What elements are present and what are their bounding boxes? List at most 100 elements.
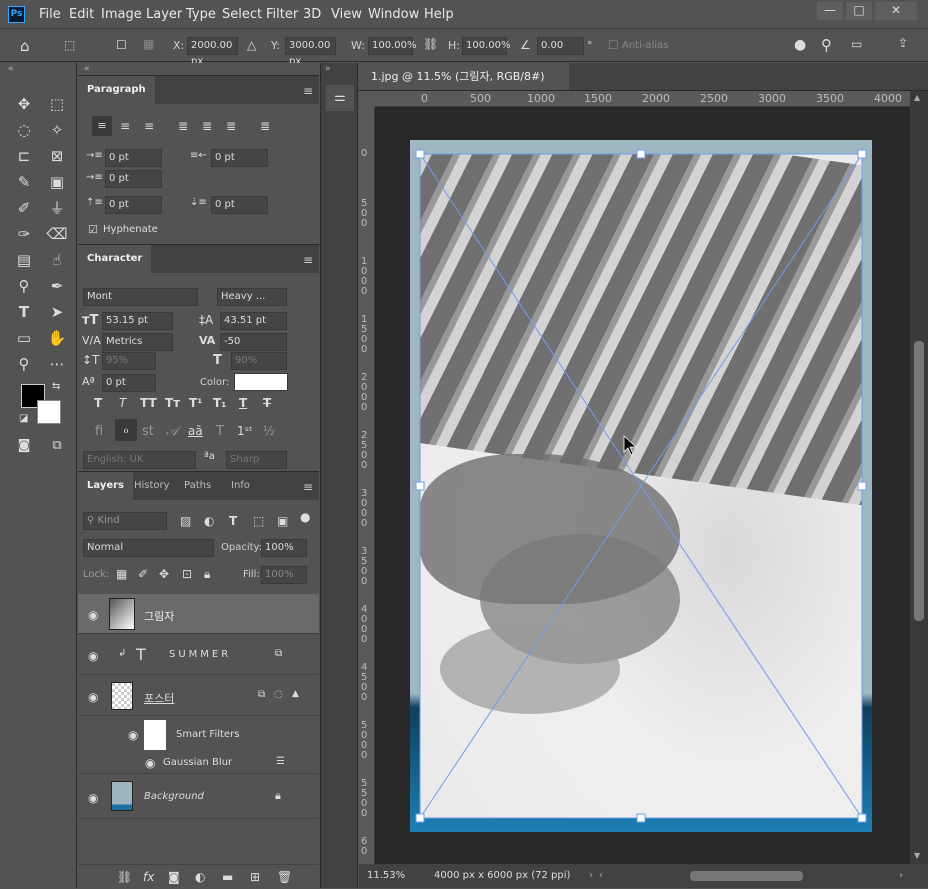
tab-character[interactable]: Character [78, 245, 152, 273]
justify-last-center-icon[interactable]: ≣ [202, 119, 212, 133]
antialias-checkbox[interactable]: ☐ [608, 38, 619, 52]
space-after-field[interactable]: 0 pt [211, 196, 268, 214]
eraser-tool-icon[interactable]: ⌫ [46, 223, 68, 245]
scroll-up-icon[interactable]: ▲ [914, 93, 920, 102]
background-color-swatch[interactable] [37, 400, 61, 424]
font-style-select[interactable]: Heavy ... [217, 288, 287, 306]
maximize-button[interactable]: □ [846, 2, 872, 20]
search-icon[interactable]: ⚲ [821, 36, 832, 54]
align-right-icon[interactable]: ≡ [144, 119, 154, 133]
transform-bounding-box[interactable] [410, 140, 872, 832]
vertical-ruler[interactable]: 0 5 0 0 1 0 0 0 1 5 0 0 2 0 0 0 2 5 0 0 … [359, 107, 375, 870]
opacity-field[interactable]: 100% [261, 539, 307, 557]
first-line-indent-field[interactable]: 0 pt [105, 170, 162, 188]
eye-icon[interactable]: ◉ [88, 649, 98, 663]
workspace-icon[interactable]: ▭ [851, 37, 862, 51]
kerning-select[interactable]: Metrics [102, 333, 173, 351]
frame-tool-icon[interactable]: ⊠ [46, 145, 68, 167]
antialias-select[interactable]: Sharp [226, 451, 287, 469]
menu-type[interactable]: Type [186, 7, 216, 22]
layer-row-shadow[interactable]: ◉ 그림자 [78, 594, 319, 634]
filter-type-icon[interactable]: T [229, 514, 237, 528]
pen-tool-icon[interactable]: ✒ [46, 275, 68, 297]
justify-all-icon[interactable]: ≣ [260, 119, 270, 133]
link-icon[interactable]: ⛓ [423, 37, 438, 51]
indent-right-field[interactable]: 0 pt [211, 149, 268, 167]
zoom-level[interactable]: 11.53% [367, 864, 405, 888]
menu-select[interactable]: Select [222, 7, 262, 22]
status-menu-icon[interactable]: › [589, 864, 593, 888]
lock-image-icon[interactable]: ✐ [138, 567, 148, 581]
filter-smart-object-icon[interactable]: ▣ [277, 514, 288, 528]
justify-last-left-icon[interactable]: ≣ [178, 119, 188, 133]
patch-tool-icon[interactable]: ▣ [46, 171, 68, 193]
justify-last-right-icon[interactable]: ≣ [226, 119, 236, 133]
rectangle-tool-icon[interactable]: ▭ [13, 327, 35, 349]
font-family-select[interactable]: Mont [83, 288, 198, 306]
tracking-field[interactable]: -50 [220, 333, 287, 351]
filter-adjustment-icon[interactable]: ◐ [204, 514, 214, 528]
hyphenate-checkbox[interactable]: ☑ [88, 223, 98, 236]
expand-panels-icon[interactable]: » [325, 64, 331, 74]
baseline-shift-field[interactable]: 0 pt [102, 374, 156, 392]
filter-kind-select[interactable]: ⚲ Kind [83, 512, 167, 530]
menu-image[interactable]: Image [101, 7, 142, 22]
eye-icon[interactable]: ◉ [88, 690, 98, 704]
lock-artboard-icon[interactable]: ⊡ [182, 567, 192, 581]
panel-menu-icon[interactable]: ≡ [303, 253, 313, 267]
expand-effects-icon[interactable]: ▲ [292, 689, 299, 699]
crop-tool-icon[interactable]: ⊏ [13, 145, 35, 167]
text-color-swatch[interactable] [234, 373, 288, 391]
smart-filters-row[interactable]: ◉ Smart Filters [78, 718, 319, 750]
leading-field[interactable]: 43.51 pt [220, 312, 287, 330]
gaussian-blur-row[interactable]: ◉ Gaussian Blur ☰ [78, 752, 319, 774]
strikethrough-icon[interactable]: T [263, 396, 271, 410]
move-tool-icon[interactable]: ✥ [13, 93, 35, 115]
type-tool-icon[interactable]: T [13, 301, 35, 323]
scroll-left-icon[interactable]: ‹ [599, 864, 603, 888]
tab-paths[interactable]: Paths [175, 472, 220, 500]
horizontal-scrollbar-thumb[interactable] [690, 871, 803, 881]
add-mask-icon[interactable]: ◙ [168, 870, 180, 884]
zoom-tool-icon[interactable]: ⚲ [13, 353, 35, 375]
ordinals-icon[interactable]: 1ˢᵗ [237, 424, 253, 438]
menu-window[interactable]: Window [368, 7, 419, 22]
underline-icon[interactable]: T [239, 396, 247, 410]
eyedropper-tool-icon[interactable]: ✎ [13, 171, 35, 193]
relative-position-icon[interactable]: △ [247, 38, 256, 52]
brush-tool-icon[interactable]: ✐ [13, 197, 35, 219]
delete-layer-icon[interactable]: 🗑︎ [277, 870, 292, 884]
indent-left-field[interactable]: 0 pt [105, 149, 162, 167]
new-group-icon[interactable]: ▬ [222, 870, 233, 884]
transform-icon[interactable]: ⬚ [64, 38, 75, 52]
titling-alternates-icon[interactable]: T [216, 424, 224, 439]
share-icon[interactable]: ⇪ [898, 36, 908, 50]
menu-edit[interactable]: Edit [69, 7, 94, 22]
language-select[interactable]: English: UK [83, 451, 196, 469]
vertical-scrollbar[interactable]: ▲ ▼ [910, 91, 928, 864]
smudge-tool-icon[interactable]: ☝ [46, 249, 68, 271]
layer-row-summer[interactable]: ◉ ↲ T SUMMER ⧉ [78, 635, 319, 675]
small-caps-icon[interactable]: Tт [165, 396, 180, 410]
stylistic-alternates-icon[interactable]: aā [188, 424, 203, 438]
contextual-alternates-button[interactable]: ℴ [115, 419, 137, 441]
dodge-tool-icon[interactable]: ⚲ [13, 275, 35, 297]
filter-toggle-icon[interactable]: ● [300, 510, 310, 524]
scroll-down-icon[interactable]: ▼ [914, 851, 920, 860]
reference-point-checkbox[interactable]: ☐ [116, 38, 127, 52]
lock-position-icon[interactable]: ✥ [159, 567, 169, 581]
menu-layer[interactable]: Layer [146, 7, 182, 22]
minimize-button[interactable]: — [817, 2, 843, 20]
menu-view[interactable]: View [331, 7, 362, 22]
discretionary-ligatures-icon[interactable]: st [142, 424, 154, 439]
tab-paragraph[interactable]: Paragraph [78, 76, 155, 104]
subscript-icon[interactable]: T₁ [213, 396, 226, 410]
panel-menu-icon[interactable]: ≡ [303, 480, 313, 494]
faux-bold-icon[interactable]: T [94, 396, 102, 410]
vertical-scale-field[interactable]: 95% [102, 352, 156, 370]
more-tools-icon[interactable]: ⋯ [46, 353, 68, 375]
filter-pixel-icon[interactable]: ▨ [180, 514, 191, 528]
new-adjustment-icon[interactable]: ◐ [195, 870, 205, 884]
layer-row-background[interactable]: ◉ Background 🔒︎ [78, 775, 319, 819]
lasso-tool-icon[interactable]: ◌ [13, 119, 35, 141]
